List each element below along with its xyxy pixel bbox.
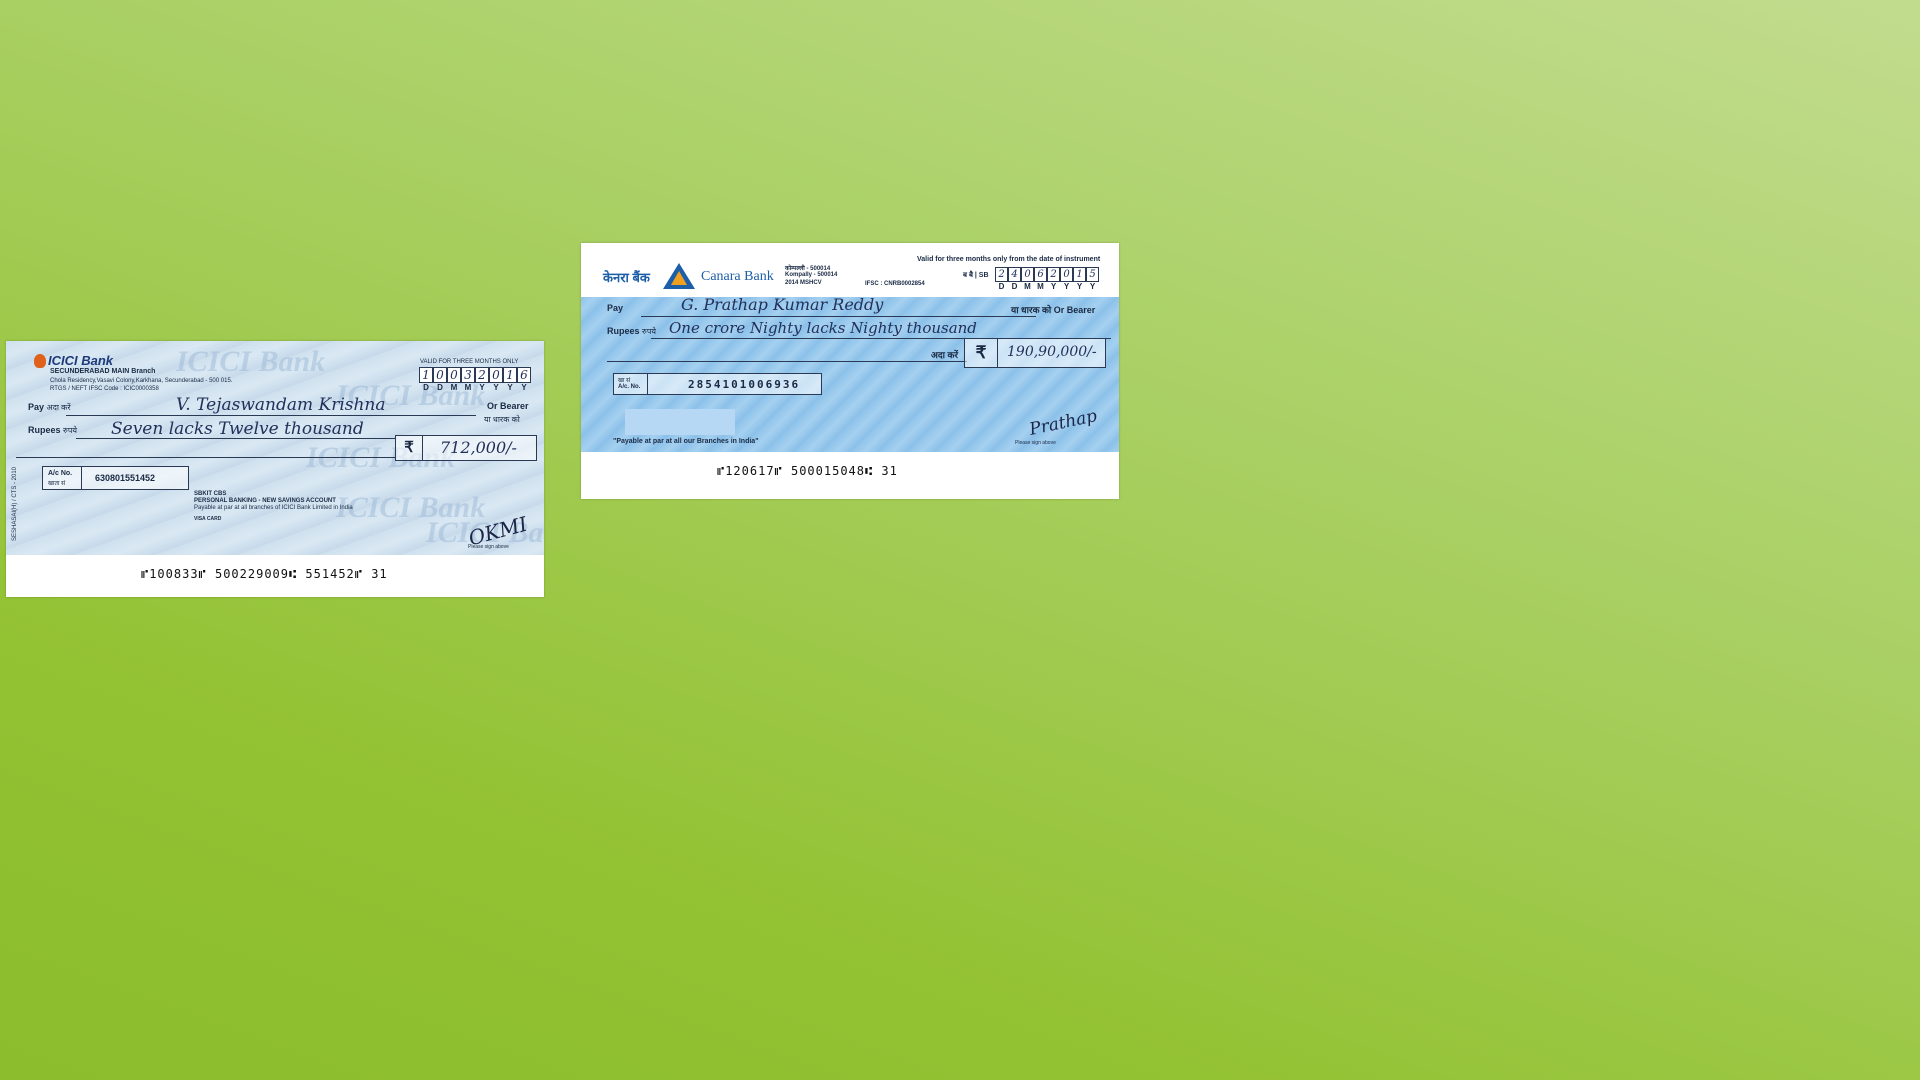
date-format-letter: Y (479, 383, 485, 392)
rupee-symbol: ₹ (965, 339, 998, 367)
branch-code: कोम्पल्ली - 500014 (785, 266, 831, 272)
validity-note: Valid for three months only from the dat… (917, 256, 1101, 263)
or-bearer: या धारक को Or Bearer (1011, 305, 1096, 315)
branch-address: Chola Residency,Vasavi Colony,Karkhana, … (50, 378, 233, 384)
date-format-letter: D (1011, 282, 1018, 291)
date-boxes: 24062015 (995, 267, 1099, 282)
date-digit: 6 (1034, 267, 1047, 282)
date-boxes: 10032016 (419, 367, 531, 383)
date-format-letter: D (998, 282, 1005, 291)
date-format: DDMMYYYY (419, 383, 531, 392)
account-type-codes: SBKIT CBS (194, 491, 227, 497)
words-line (76, 438, 396, 439)
date-digit: 0 (433, 367, 447, 383)
date-digit: 2 (1047, 267, 1060, 282)
ac-divider (81, 467, 82, 489)
or-bearer: Or Bearer (487, 401, 529, 411)
sb-label: ब बै | SB (963, 272, 989, 279)
bank-name: ICICI Bank (48, 353, 114, 368)
date-format-letter: M (1024, 282, 1031, 291)
rupees-label: Rupees रुपये (607, 326, 656, 336)
date-format-letter: D (423, 383, 429, 392)
bank-logo-icon (34, 354, 46, 368)
account-number: 630801551452 (95, 473, 156, 483)
date-digit: 0 (489, 367, 503, 383)
ac-label-hindi: खा सं (618, 378, 631, 384)
date-digit: 2 (475, 367, 489, 383)
date-format-letter: Y (521, 383, 527, 392)
payee-line (641, 316, 1036, 317)
ac-label: A/c No. (48, 470, 73, 477)
icici-cheque: ICICI Bank ICICI Bank ICICI Bank ICICI B… (6, 341, 544, 597)
date-digit: 1 (1073, 267, 1086, 282)
rupees-label: Rupees रुपये (28, 425, 77, 435)
date-format-letter: D (437, 383, 443, 392)
date-digit: 4 (1008, 267, 1021, 282)
side-print: SESHASAI(H) / CTS - 2010 (12, 466, 18, 541)
account-type: PERSONAL BANKING - NEW SAVINGS ACCOUNT (194, 498, 336, 504)
ifsc-line: RTGS / NEFT IFSC Code : ICIC0000358 (50, 386, 159, 392)
date-format-letter: M (450, 383, 458, 392)
words-line-2 (16, 457, 396, 458)
sign-note: Please sign above (468, 544, 509, 550)
account-box: खा सं A/c. No. 2854101006936 (613, 373, 822, 395)
amount-in-words: One crore Nighty lacks Nighty thousand (669, 319, 977, 337)
date-format-letter: Y (493, 383, 499, 392)
ac-label: A/c. No. (618, 384, 641, 390)
watermark: ICICI Bank (176, 345, 326, 378)
bank-name: Canara Bank (701, 269, 774, 284)
micr-line: ⑈120617⑈ 500015048⑆ 31 (717, 464, 898, 478)
ifsc: IFSC : CNRB0002854 (865, 281, 925, 287)
micr-line: ⑈100833⑈ 500229009⑆ 551452⑈ 31 (141, 567, 388, 581)
date-format-letter: M (1037, 282, 1044, 291)
date-format-letter: Y (507, 383, 513, 392)
date-format-letter: Y (1089, 282, 1096, 291)
canara-cheque: केनरा बैंक Canara Bank कोम्पल्ली - 50001… (581, 243, 1119, 499)
bank-name-hindi: केनरा बैंक (603, 270, 650, 285)
card-note: VISA CARD (194, 516, 222, 522)
date-format: DDMMYYYY (995, 282, 1099, 291)
date-format-letter: Y (1050, 282, 1057, 291)
date-digit: 6 (517, 367, 531, 383)
date-format-letter: Y (1076, 282, 1083, 291)
pay-label: Pay (607, 303, 624, 313)
canara-logo-icon (663, 263, 695, 289)
payee-name: G. Prathap Kumar Reddy (681, 295, 884, 314)
ada-karen: अदा करें (931, 350, 959, 360)
payable-note: "Payable at par at all our Branches in I… (613, 438, 759, 445)
or-bearer-hindi: या धारक को (484, 415, 520, 424)
payee-line (66, 415, 476, 416)
ac-divider (647, 374, 648, 394)
account-number: 2854101006936 (688, 378, 801, 391)
date-digit: 0 (1060, 267, 1073, 282)
amount-figure: 712,000/- (440, 438, 517, 457)
branch-name: SECUNDERABAD MAIN Branch (50, 368, 156, 375)
date-digit: 0 (1021, 267, 1034, 282)
amount-box: ₹ 190,90,000/- (964, 338, 1106, 368)
payee-name: V. Tejaswandam Krishna (176, 395, 386, 415)
branch-extra: 2014 MSHCV (785, 280, 822, 286)
ac-label-hindi: खाता सं (48, 481, 66, 487)
payable-note: Payable at par at all branches of ICICI … (194, 505, 353, 511)
date-digit: 2 (995, 267, 1008, 282)
sign-note: Please sign above (1015, 440, 1056, 446)
account-box: A/c No. खाता सं 630801551452 (42, 466, 189, 490)
pasted-label (625, 409, 735, 435)
pay-label: Pay अदा करें (28, 402, 71, 412)
validity-note: VALID FOR THREE MONTHS ONLY (420, 359, 519, 365)
date-digit: 1 (419, 367, 433, 383)
amount-figure: 190,90,000/- (1007, 344, 1097, 360)
branch-name: Kompally - 500014 (785, 272, 838, 278)
amount-in-words: Seven lacks Twelve thousand (111, 419, 364, 439)
date-digit: 1 (503, 367, 517, 383)
date-digit: 5 (1086, 267, 1099, 282)
date-digit: 0 (447, 367, 461, 383)
words-line-2 (607, 361, 967, 362)
amount-box: ₹ 712,000/- (395, 435, 537, 461)
date-format-letter: M (464, 383, 472, 392)
date-digit: 3 (461, 367, 475, 383)
date-format-letter: Y (1063, 282, 1070, 291)
rupee-symbol: ₹ (396, 436, 423, 460)
